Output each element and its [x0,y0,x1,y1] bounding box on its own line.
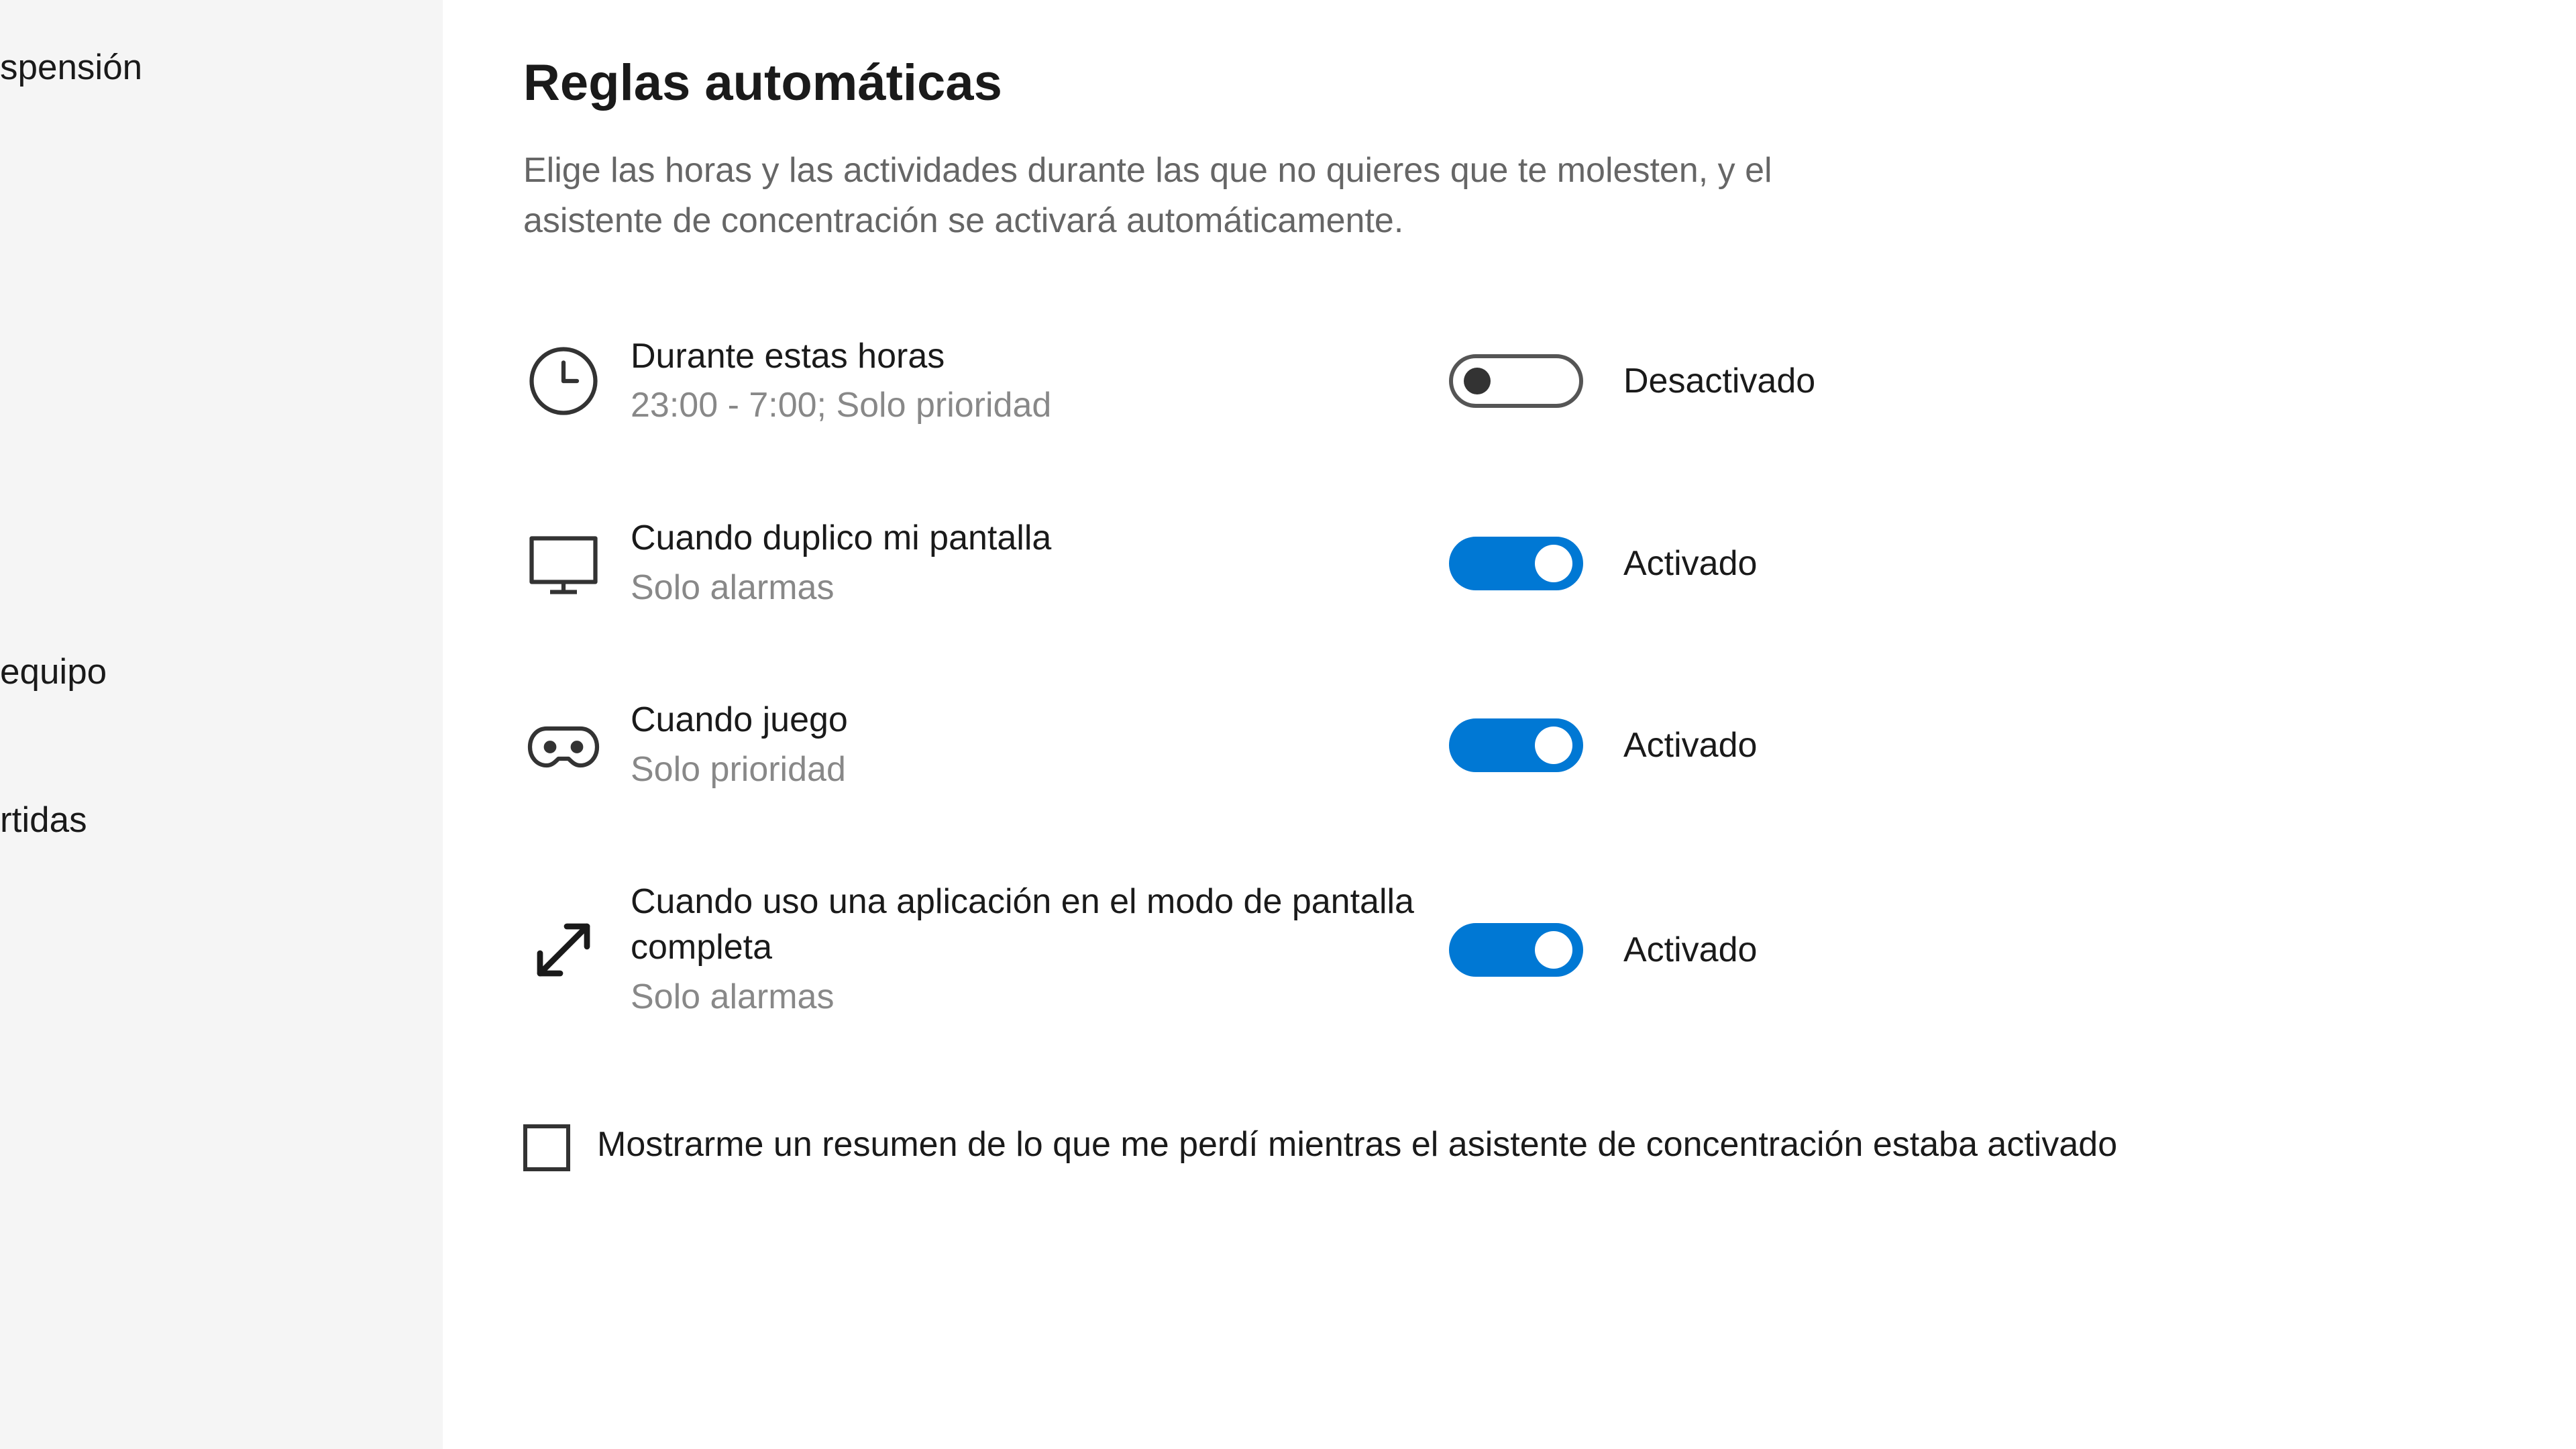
toggle-duplicate-display[interactable] [1449,537,1583,590]
sidebar: spensión equipo rtidas [0,0,443,1449]
section-title: Reglas automáticas [523,54,2496,112]
rule-title: Cuando duplico mi pantalla [631,516,1422,561]
summary-checkbox-label: Mostrarme un resumen de lo que me perdí … [597,1120,2117,1169]
toggle-group: Activado [1449,537,1757,590]
toggle-status-label: Desactivado [1623,361,1815,401]
rule-title: Cuando uso una aplicación en el modo de … [631,879,1422,970]
fullscreen-arrow-icon [523,910,604,990]
toggle-gaming[interactable] [1449,718,1583,772]
rule-text: Cuando juego Solo prioridad [631,698,1422,792]
sidebar-item-compartidas[interactable]: rtidas [0,780,443,861]
rule-row-hours[interactable]: Durante estas horas 23:00 - 7:00; Solo p… [523,334,2469,429]
rule-subtitle: Solo alarmas [631,975,1422,1020]
rule-row-fullscreen[interactable]: Cuando uso una aplicación en el modo de … [523,879,2469,1020]
summary-checkbox[interactable] [523,1124,570,1171]
toggle-group: Activado [1449,923,1757,977]
summary-checkbox-row[interactable]: Mostrarme un resumen de lo que me perdí … [523,1120,2267,1171]
gamepad-icon [523,705,604,786]
toggle-group: Desactivado [1449,354,1815,408]
rule-title: Durante estas horas [631,334,1422,380]
toggle-status-label: Activado [1623,543,1757,584]
toggle-status-label: Activado [1623,930,1757,970]
monitor-icon [523,523,604,604]
rule-text: Cuando duplico mi pantalla Solo alarmas [631,516,1422,610]
rule-row-duplicate-display[interactable]: Cuando duplico mi pantalla Solo alarmas … [523,516,2469,610]
toggle-group: Activado [1449,718,1757,772]
sidebar-item-suspension[interactable]: spensión [0,27,443,108]
main-content: Reglas automáticas Elige las horas y las… [443,0,2576,1449]
rule-subtitle: Solo prioridad [631,747,1422,793]
rules-list: Durante estas horas 23:00 - 7:00; Solo p… [523,334,2469,1020]
toggle-hours[interactable] [1449,354,1583,408]
toggle-status-label: Activado [1623,725,1757,765]
sidebar-item-equipo[interactable]: equipo [0,631,443,712]
rule-subtitle: 23:00 - 7:00; Solo prioridad [631,383,1422,429]
rule-text: Cuando uso una aplicación en el modo de … [631,879,1422,1020]
rule-subtitle: Solo alarmas [631,566,1422,611]
clock-icon [523,341,604,421]
section-description: Elige las horas y las actividades durant… [523,146,1898,247]
rule-title: Cuando juego [631,698,1422,743]
toggle-fullscreen[interactable] [1449,923,1583,977]
rule-text: Durante estas horas 23:00 - 7:00; Solo p… [631,334,1422,429]
rule-row-gaming[interactable]: Cuando juego Solo prioridad Activado [523,698,2469,792]
